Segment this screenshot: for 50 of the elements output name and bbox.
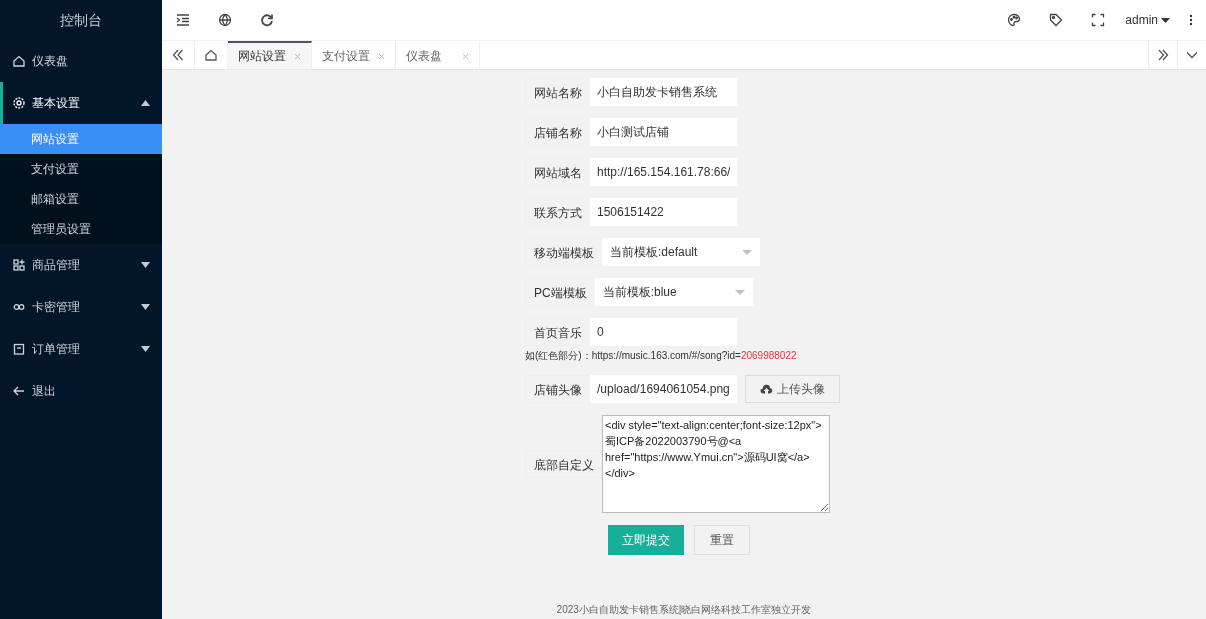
hint-text: 如(红色部分)：https://music.163.com/#/song?id=2069988022: [525, 349, 798, 363]
caret-icon: [742, 249, 752, 255]
sidebar-item[interactable]: 卡密管理: [0, 286, 162, 328]
caret-icon: [141, 100, 150, 106]
home-icon: [12, 54, 26, 68]
sidebar-item[interactable]: 仪表盘: [0, 40, 162, 82]
upload-button[interactable]: 上传头像: [745, 375, 840, 403]
cloud-upload-icon: [760, 384, 773, 394]
tag-icon[interactable]: [1049, 13, 1064, 27]
palette-icon[interactable]: [1007, 13, 1022, 27]
page-tab[interactable]: 仪表盘: [396, 41, 480, 69]
input-field[interactable]: 1506151422: [590, 198, 737, 226]
menu-icon[interactable]: [176, 13, 190, 27]
fullscreen-icon[interactable]: [1091, 13, 1106, 27]
sidebar-subitem[interactable]: 管理员设置: [0, 214, 162, 244]
globe-icon[interactable]: [218, 13, 232, 27]
select-field[interactable]: 当前模板:default: [602, 238, 760, 266]
textarea-field[interactable]: <div style="text-align:center;font-size:12px">蜀ICP备2022003790号@<a href="https://www.Ymui.cn">源码UI窝</a></div>: [602, 415, 830, 513]
double-right-icon[interactable]: [1156, 48, 1170, 62]
input-field[interactable]: 小白自助发卡销售系统: [590, 78, 737, 106]
grid-icon: [12, 258, 26, 272]
footer-text: 2023小白自助发卡销售系统|晓白网络科技工作室独立开发: [555, 603, 813, 617]
input-field[interactable]: 0: [590, 318, 737, 346]
field-label: PC端模板: [525, 278, 595, 306]
sidebar-subitem[interactable]: 支付设置: [0, 154, 162, 184]
caret-icon: [1161, 17, 1170, 23]
caret-icon: [141, 346, 150, 352]
double-left-icon[interactable]: [171, 48, 185, 62]
arrow-left-icon: [12, 384, 26, 398]
home-icon[interactable]: [204, 48, 218, 62]
more-icon[interactable]: [1189, 14, 1193, 26]
caret-icon: [141, 262, 150, 268]
sidebar-item[interactable]: 订单管理: [0, 328, 162, 370]
page-tab[interactable]: 支付设置: [312, 41, 396, 69]
reset-button[interactable]: 重置: [694, 525, 750, 555]
sidebar-subitem[interactable]: 邮箱设置: [0, 184, 162, 214]
sidebar-title: 控制台: [59, 11, 103, 30]
sidebar-item[interactable]: 商品管理: [0, 244, 162, 286]
caret-icon: [734, 289, 745, 295]
refresh-icon[interactable]: [260, 13, 274, 27]
sidebar-item[interactable]: 退出: [0, 370, 162, 412]
gear-icon: [12, 96, 26, 110]
input-field[interactable]: /upload/1694061054.png: [590, 375, 737, 403]
user-menu[interactable]: admin: [1119, 0, 1176, 40]
clipboard-icon: [12, 342, 26, 356]
caret-icon: [141, 304, 150, 310]
input-field[interactable]: http://165.154.161.78:66/: [590, 158, 737, 186]
select-field[interactable]: 当前模板:blue: [594, 278, 753, 306]
input-field[interactable]: 小白测试店铺: [590, 118, 737, 146]
page-tab[interactable]: 网站设置: [228, 41, 312, 69]
